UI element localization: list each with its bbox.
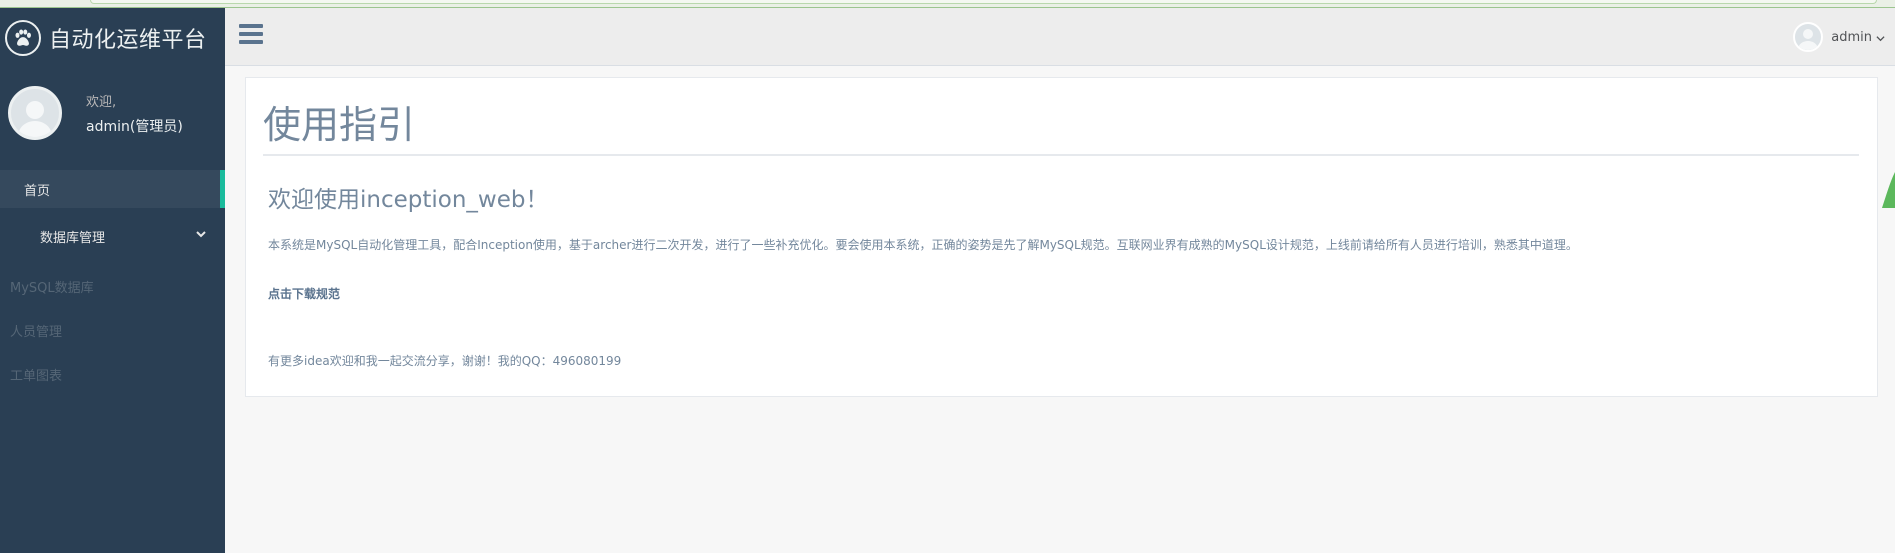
top-nav: admin: [225, 8, 1895, 66]
sidebar-item-db-management[interactable]: 数据库管理: [0, 208, 225, 264]
profile: 欢迎, admin(管理员): [0, 68, 225, 158]
chevron-down-icon: [1876, 28, 1885, 47]
download-spec-link[interactable]: 点击下载规范: [268, 285, 340, 302]
paw-icon: [5, 20, 41, 56]
sidebar-subitem-label: 工单图表: [10, 368, 63, 384]
brand-title: 自动化运维平台: [49, 28, 207, 53]
intro-text: 本系统是MySQL自动化管理工具，配合Inception使用，基于archer进…: [268, 238, 1578, 252]
chevron-down-icon: [195, 228, 207, 244]
user-avatar-icon: [8, 86, 62, 140]
sidebar-item-label: 首页: [24, 183, 51, 199]
browser-bar-edge: [90, 0, 1877, 4]
user-avatar-icon: [1793, 22, 1824, 52]
sidebar-item-label: 数据库管理: [40, 230, 106, 246]
welcome-heading: 欢迎使用inception_web！: [268, 187, 549, 213]
brand[interactable]: 自动化运维平台: [0, 8, 225, 68]
edge-decoration: [1882, 172, 1895, 208]
user-dropdown[interactable]: admin: [1793, 22, 1885, 52]
contact-text: 有更多idea欢迎和我一起交流分享，谢谢！我的QQ：496080199: [268, 354, 622, 368]
sidebar-menu: 首页 数据库管理 MySQL数据库 人员管理 工单图表: [0, 170, 225, 396]
sidebar-item-home[interactable]: 首页: [0, 170, 225, 208]
window-top-edge: [0, 0, 1895, 8]
profile-name: admin(管理员): [86, 118, 183, 135]
sidebar-subitem-label: MySQL数据库: [10, 280, 94, 296]
page-title: 使用指引: [263, 103, 416, 147]
sidebar-item-ticket-chart[interactable]: 工单图表: [0, 352, 225, 396]
profile-info: 欢迎, admin(管理员): [86, 91, 183, 136]
sidebar-item-mysql-db[interactable]: MySQL数据库: [0, 264, 225, 308]
profile-welcome: 欢迎,: [86, 94, 117, 110]
sidebar-item-user-management[interactable]: 人员管理: [0, 308, 225, 352]
content-panel: 使用指引 欢迎使用inception_web！ 本系统是MySQL自动化管理工具…: [245, 77, 1878, 397]
user-name: admin: [1831, 29, 1872, 45]
hamburger-icon[interactable]: [239, 23, 263, 49]
sidebar-subitem-label: 人员管理: [10, 324, 63, 340]
title-divider: [263, 154, 1859, 156]
sidebar: 自动化运维平台 欢迎, admin(管理员) 首页 数据库管理 MySQL数据库: [0, 8, 225, 553]
